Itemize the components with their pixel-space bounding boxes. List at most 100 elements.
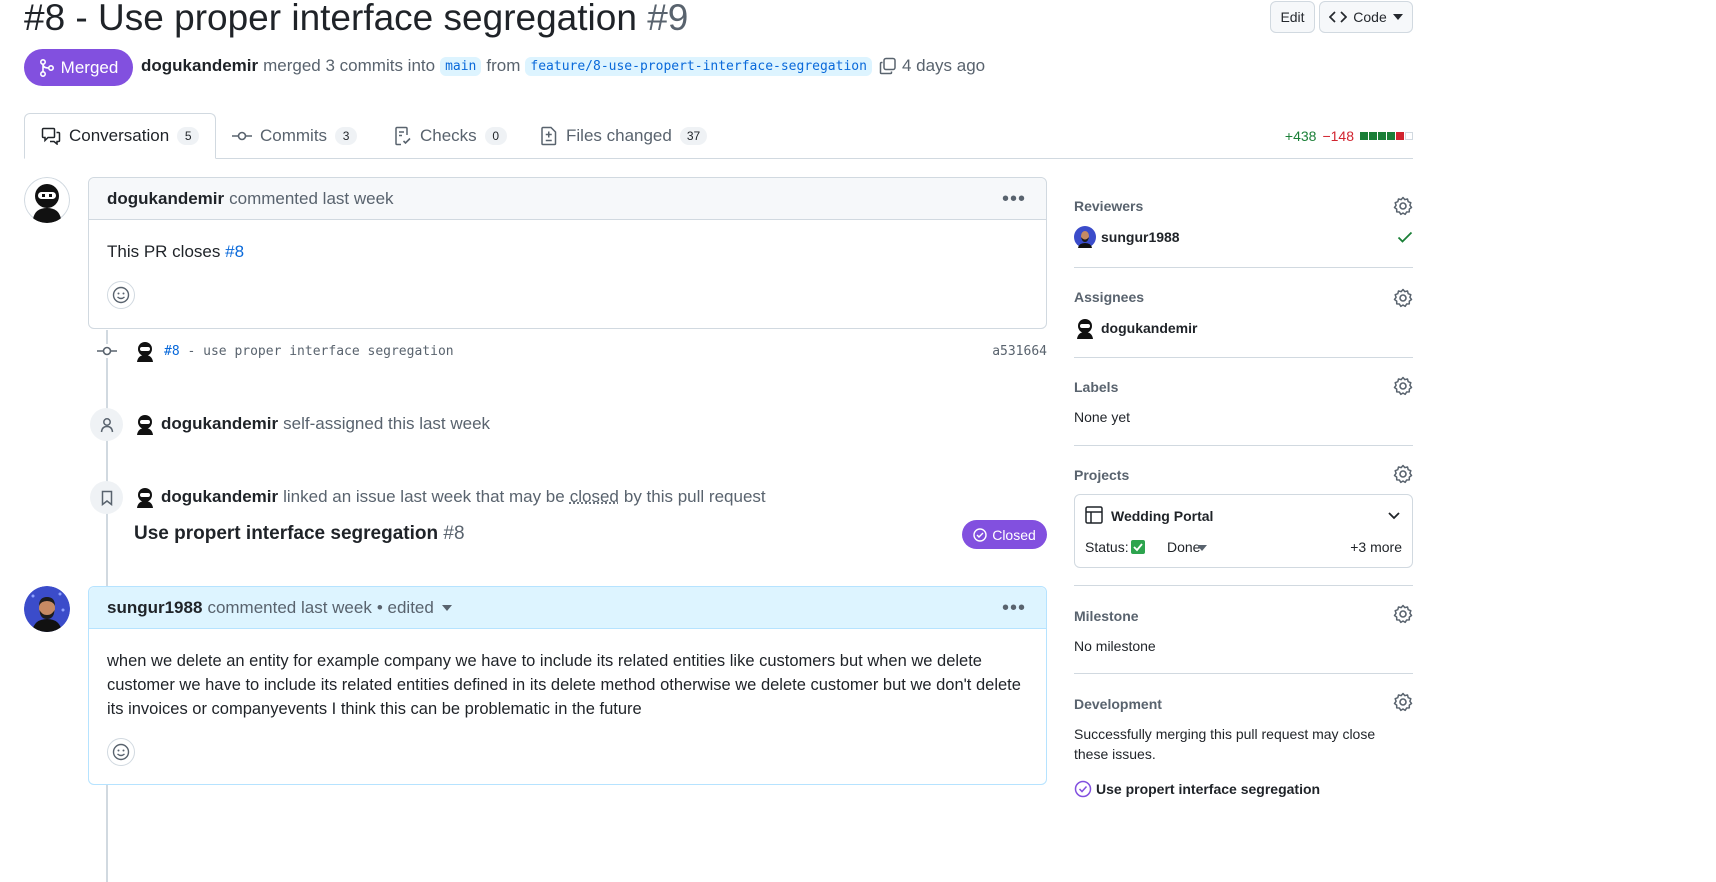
code-icon (1329, 11, 1348, 23)
reviewer-name[interactable]: sungur1988 (1101, 229, 1180, 245)
add-reaction-button[interactable] (107, 738, 135, 766)
git-commit-icon (97, 344, 117, 358)
development-issue[interactable]: Use propert interface segregation (1074, 780, 1320, 798)
head-branch[interactable]: feature/8-use-propert-interface-segregat… (525, 56, 872, 76)
issue-closed-badge: Closed (962, 520, 1047, 549)
issue-link[interactable]: #8 (225, 242, 244, 261)
dogukandemir-avatar-small (1077, 319, 1093, 339)
comment-meta[interactable]: commented last week (229, 189, 393, 209)
pr-title: #8 - Use proper interface segregation #9 (24, 0, 688, 42)
event-text: linked an issue last week that may be (283, 487, 565, 506)
development-title[interactable]: Development (1074, 696, 1162, 712)
gear-icon[interactable] (1393, 692, 1413, 712)
projects-title[interactable]: Projects (1074, 467, 1129, 483)
tab-files-changed-label: Files changed (566, 126, 672, 145)
sungur1988-avatar[interactable] (24, 586, 70, 632)
comment-header: sungur1988 commented last week • edited … (89, 587, 1046, 629)
bookmark-icon-badge (90, 481, 123, 514)
comment-author[interactable]: sungur1988 (107, 598, 202, 618)
assignee-name[interactable]: dogukandemir (1101, 320, 1197, 336)
edited-indicator[interactable]: • edited (377, 598, 434, 618)
sidebar-labels: Labels None yet (1074, 370, 1413, 446)
comment-author[interactable]: dogukandemir (107, 189, 224, 209)
commit-sha[interactable]: a531664 (992, 344, 1047, 359)
caret-down-icon (1392, 14, 1403, 20)
tab-files-changed[interactable]: Files changed 37 (540, 113, 708, 159)
author-link[interactable]: dogukandemir (141, 56, 258, 76)
event-author[interactable]: dogukandemir (161, 487, 278, 507)
tab-conversation[interactable]: Conversation 5 (24, 113, 217, 159)
closed-hint[interactable]: closed (570, 487, 619, 507)
add-reaction-button[interactable] (107, 281, 135, 309)
code-button[interactable]: Code (1319, 1, 1413, 33)
event-author[interactable]: dogukandemir (161, 414, 278, 434)
comment-body: This PR closes #8 (107, 242, 244, 262)
commit-message[interactable]: #8 - use proper interface segregation (164, 344, 454, 359)
commit-issue-link[interactable]: #8 (164, 344, 180, 359)
dogukandemir-avatar-small[interactable] (134, 413, 156, 435)
linked-issue-title[interactable]: Use propert interface segregation #8 (134, 523, 465, 545)
reviewer-item[interactable]: sungur1988 (1074, 226, 1180, 248)
more-options-icon[interactable]: ••• (1002, 597, 1026, 620)
copy-icon[interactable] (879, 57, 897, 75)
merge-summary: dogukandemir merged 3 commits into main … (141, 56, 985, 76)
diff-stats: +438 −148 (1285, 128, 1413, 144)
tab-checks-label: Checks (420, 126, 477, 145)
gear-icon[interactable] (1393, 376, 1413, 396)
dogukandemir-avatar-small[interactable] (134, 486, 156, 508)
assignees-title[interactable]: Assignees (1074, 289, 1144, 305)
event-text: self-assigned this last week (283, 414, 491, 433)
project-name[interactable]: Wedding Portal (1111, 508, 1213, 524)
sidebar-development: Development Successfully merging this pu… (1074, 686, 1413, 882)
tab-checks-count: 0 (484, 127, 507, 145)
comment-body-text: This PR closes (107, 242, 221, 261)
git-commit-icon (232, 131, 252, 141)
labels-title[interactable]: Labels (1074, 379, 1118, 395)
assignee-item[interactable]: dogukandemir (1074, 317, 1197, 339)
file-diff-icon (541, 126, 557, 146)
development-issue-title[interactable]: Use propert interface segregation (1096, 781, 1320, 797)
comment-card: dogukandemir commented last week ••• Thi… (88, 177, 1047, 329)
event-text-post: by this pull request (623, 487, 766, 506)
comment-header: dogukandemir commented last week ••• (89, 178, 1046, 220)
tab-checks[interactable]: Checks 0 (394, 113, 507, 159)
gear-icon[interactable] (1393, 288, 1413, 308)
tab-commits[interactable]: Commits 3 (232, 113, 358, 159)
labels-value: None yet (1074, 409, 1131, 425)
dogukandemir-avatar[interactable] (24, 177, 70, 223)
base-branch[interactable]: main (440, 56, 482, 76)
development-text: Successfully merging this pull request m… (1074, 726, 1376, 762)
person-icon-badge (90, 408, 123, 441)
project-more-fields[interactable]: +3 more (1350, 539, 1402, 555)
sidebar-assignees: Assignees dogukandemir (1074, 280, 1413, 358)
chevron-down-icon[interactable] (1388, 512, 1400, 520)
gear-icon[interactable] (1393, 464, 1413, 484)
reviewers-title[interactable]: Reviewers (1074, 198, 1143, 214)
project-status-value[interactable]: Done (1167, 539, 1200, 555)
more-options-icon[interactable]: ••• (1002, 188, 1026, 211)
issue-closed-icon (1074, 780, 1092, 798)
comment-meta[interactable]: commented last week (207, 598, 371, 618)
commit-author-avatar[interactable] (134, 340, 156, 362)
tab-commits-count: 3 (335, 127, 358, 145)
merge-time: 4 days ago (901, 56, 986, 75)
caret-down-icon[interactable] (441, 604, 452, 611)
additions-count: +438 (1284, 128, 1317, 144)
pr-title-text: #8 - Use proper interface segregation (24, 0, 637, 38)
tab-conversation-count: 5 (177, 127, 200, 145)
linked-issue-title-text[interactable]: Use propert interface segregation (134, 523, 438, 544)
tab-conversation-label: Conversation (69, 126, 170, 145)
table-icon (1085, 506, 1103, 524)
edit-button[interactable]: Edit (1270, 1, 1315, 33)
issue-closed-icon (973, 527, 987, 542)
issue-state-label: Closed (992, 526, 1036, 543)
person-icon (100, 417, 113, 432)
merged-status-badge: Merged (24, 49, 133, 86)
milestone-title[interactable]: Milestone (1074, 608, 1139, 624)
project-card[interactable]: Wedding Portal Status: Done +3 more (1074, 494, 1413, 568)
gear-icon[interactable] (1393, 196, 1413, 216)
caret-down-icon[interactable] (1197, 545, 1207, 551)
sidebar-milestone: Milestone No milestone (1074, 598, 1413, 674)
gear-icon[interactable] (1393, 604, 1413, 624)
git-merge-icon (39, 58, 54, 77)
